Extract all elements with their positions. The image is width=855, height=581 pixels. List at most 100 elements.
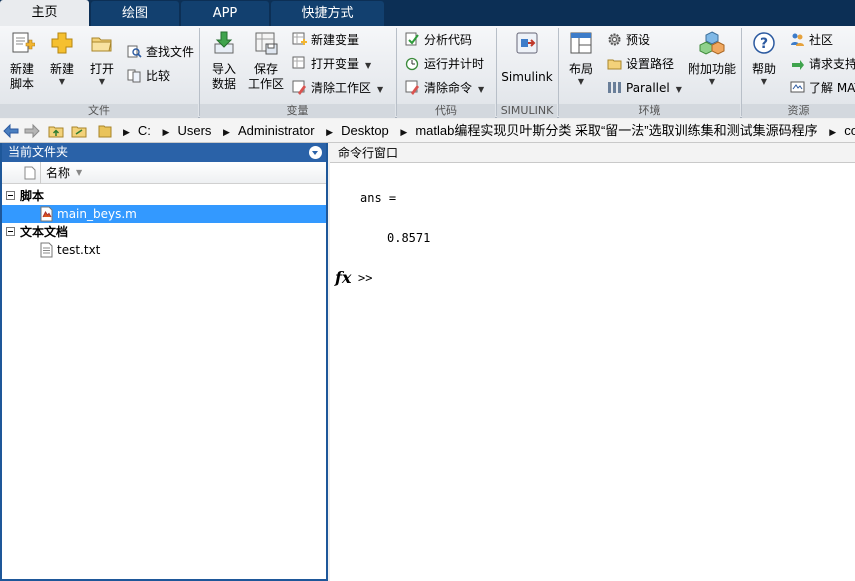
- breadcrumb: ▶ C: ▶ Users ▶ Administrator ▶ Desktop ▶ matl…: [123, 119, 855, 143]
- clear-commands-icon: [405, 80, 419, 95]
- learn-matlab-label: 了解 MAT: [809, 81, 855, 95]
- import-data-icon: [214, 31, 234, 54]
- variable-section-label: 变量: [200, 104, 395, 118]
- help-question-icon: ?: [753, 32, 775, 54]
- open-variable-label: 打开变量: [311, 57, 360, 71]
- new-script-label: 新建 脚本: [9, 62, 34, 91]
- matlab-script-file-icon: [40, 206, 53, 222]
- name-column-header[interactable]: 名称: [46, 162, 70, 184]
- breadcrumb-item[interactable]: Desktop: [341, 123, 389, 138]
- forward-arrow-icon[interactable]: [24, 123, 40, 139]
- open-dropdown-icon: ▼: [98, 77, 106, 86]
- save-workspace-button[interactable]: 保存 工作区: [246, 30, 286, 92]
- file-item-main-beys[interactable]: main_beys.m: [2, 205, 326, 223]
- command-prompt[interactable]: >>: [358, 271, 372, 285]
- find-files-button[interactable]: 查找文件: [127, 42, 194, 62]
- analyze-code-button[interactable]: 分析代码: [405, 30, 472, 50]
- simulink-icon: [516, 32, 538, 54]
- folder-open-icon: [91, 37, 112, 52]
- save-workspace-icon: [255, 32, 278, 55]
- save-workspace-label: 保存 工作区: [247, 62, 284, 91]
- output-variable-line: ans =: [360, 191, 397, 205]
- run-and-time-button[interactable]: 运行并计时: [405, 54, 484, 74]
- code-section: 分析代码 运行并计时 清除命令 ▼ 代码: [397, 26, 495, 118]
- clear-commands-button[interactable]: 清除命令 ▼: [405, 78, 484, 98]
- up-folder-icon[interactable]: [48, 123, 64, 139]
- new-dropdown-icon: ▼: [58, 77, 66, 86]
- new-variable-icon: [292, 32, 307, 45]
- new-variable-label: 新建变量: [311, 33, 360, 47]
- environment-section: 布局 ▼ 预设 设置路径 Parallel ▼ 附加功能 ▼ 环境: [559, 26, 740, 118]
- import-data-label: 导入 数据: [211, 62, 236, 91]
- code-section-label: 代码: [397, 104, 495, 118]
- help-button[interactable]: ? 帮助 ▼: [746, 30, 782, 87]
- layout-icon: [570, 32, 592, 54]
- breadcrumb-item[interactable]: matlab编程实现贝叶斯分类 采取“留一法”选取训练集和测试集源码程序: [415, 123, 817, 138]
- layout-label: 布局: [568, 62, 593, 76]
- import-data-button[interactable]: 导入 数据: [204, 30, 244, 92]
- preferences-button[interactable]: 预设: [607, 30, 650, 50]
- browse-folder-icon[interactable]: [71, 123, 87, 139]
- ribbon-tab-bar: 主页 绘图 APP 快捷方式: [0, 0, 855, 26]
- tab-shortcuts[interactable]: 快捷方式: [271, 1, 384, 26]
- column-header: 名称 ▼: [2, 162, 326, 184]
- set-path-button[interactable]: 设置路径: [607, 54, 674, 74]
- new-script-icon: [12, 32, 36, 53]
- file-section-label: 文件: [0, 104, 198, 118]
- command-window[interactable]: 命令行窗口 ans = 0.8571 fx >>: [330, 143, 855, 581]
- file-name: test.txt: [57, 243, 101, 257]
- file-name: main_beys.m: [57, 207, 137, 221]
- clear-workspace-button[interactable]: 清除工作区 ▼: [292, 78, 383, 98]
- new-label: 新建: [49, 62, 74, 76]
- add-ons-button[interactable]: 附加功能 ▼: [687, 30, 737, 87]
- breadcrumb-separator-icon: ▶: [223, 127, 230, 137]
- set-path-label: 设置路径: [626, 57, 675, 71]
- panel-actions-icon[interactable]: [309, 146, 322, 159]
- tab-apps[interactable]: APP: [181, 1, 269, 26]
- group-label: 文本文档: [20, 225, 69, 239]
- learn-matlab-button[interactable]: 了解 MAT: [790, 78, 855, 98]
- open-variable-button[interactable]: 打开变量 ▼: [292, 54, 371, 74]
- breadcrumb-item[interactable]: Users: [177, 123, 211, 138]
- tab-plots[interactable]: 绘图: [91, 1, 179, 26]
- community-button[interactable]: 社区: [790, 30, 833, 50]
- collapse-icon[interactable]: [6, 227, 15, 236]
- new-button[interactable]: 新建 ▼: [44, 30, 80, 87]
- collapse-icon[interactable]: [6, 191, 15, 200]
- parallel-dropdown-icon: ▼: [675, 85, 682, 94]
- compare-label: 比较: [146, 69, 171, 83]
- address-bar: ▶ C: ▶ Users ▶ Administrator ▶ Desktop ▶ matl…: [0, 119, 855, 143]
- open-button[interactable]: 打开 ▼: [84, 30, 120, 87]
- compare-button[interactable]: 比较: [127, 66, 170, 86]
- breadcrumb-separator-icon: ▶: [400, 127, 408, 137]
- open-variable-icon: [292, 56, 305, 69]
- breadcrumb-item[interactable]: code: [844, 123, 855, 138]
- simulink-button[interactable]: Simulink: [499, 30, 555, 85]
- group-header-text-documents[interactable]: 文本文档: [2, 223, 326, 241]
- svg-text:?: ?: [760, 36, 768, 52]
- new-script-button[interactable]: 新建 脚本: [4, 30, 40, 92]
- function-browser-fx-icon[interactable]: fx: [335, 268, 351, 287]
- breadcrumb-separator-icon: ▶: [162, 127, 170, 137]
- new-variable-button[interactable]: 新建变量: [292, 30, 359, 50]
- back-arrow-icon[interactable]: [3, 123, 19, 139]
- parallel-button[interactable]: Parallel ▼: [607, 78, 682, 98]
- group-header-scripts[interactable]: 脚本: [2, 187, 326, 205]
- current-folder-panel: 当前文件夹 名称 ▼ 脚本 main_beys.m 文本文档 test.txt: [0, 143, 328, 581]
- breadcrumb-item[interactable]: C:: [138, 123, 151, 138]
- clear-workspace-icon: [292, 80, 306, 95]
- help-label: 帮助: [751, 62, 776, 76]
- breadcrumb-separator-icon: ▶: [829, 127, 837, 137]
- set-path-folder-icon: [607, 59, 622, 70]
- tab-home[interactable]: 主页: [0, 0, 89, 26]
- layout-button[interactable]: 布局 ▼: [563, 30, 599, 87]
- breadcrumb-item[interactable]: Administrator: [238, 123, 315, 138]
- variable-section: 导入 数据 保存 工作区 新建变量 打开变量 ▼ 清除工作区 ▼ 变量: [200, 26, 395, 118]
- sort-arrow-icon[interactable]: ▼: [76, 162, 82, 184]
- request-support-button[interactable]: 请求支持: [790, 54, 855, 74]
- breadcrumb-separator-icon: ▶: [326, 127, 334, 137]
- request-support-label: 请求支持: [809, 57, 855, 71]
- resources-section: ? 帮助 ▼ 社区 请求支持 了解 MAT 资源: [742, 26, 855, 118]
- file-item-test-txt[interactable]: test.txt: [2, 241, 326, 259]
- open-variable-dropdown-icon: ▼: [365, 61, 372, 70]
